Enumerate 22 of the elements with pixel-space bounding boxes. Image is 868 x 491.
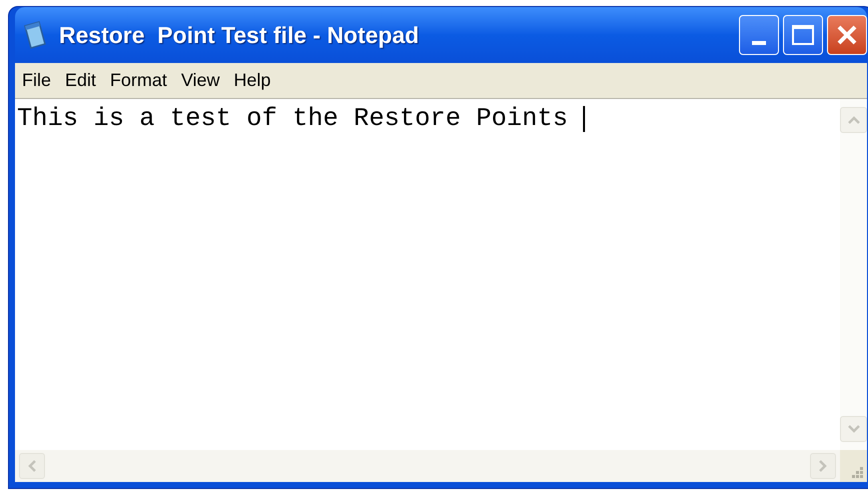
vertical-scrollbar[interactable] <box>840 99 867 450</box>
text-cursor <box>583 106 586 132</box>
menu-item[interactable]: Help <box>228 67 276 94</box>
minimize-icon <box>752 41 766 45</box>
scroll-right-button[interactable] <box>810 453 836 479</box>
scroll-left-button[interactable] <box>19 453 45 479</box>
maximize-button[interactable] <box>783 15 823 55</box>
scroll-down-button[interactable] <box>840 416 867 442</box>
maximize-icon <box>792 25 814 45</box>
resize-grip-icon[interactable] <box>850 465 864 479</box>
menu-item[interactable]: Edit <box>60 67 102 94</box>
close-button[interactable] <box>827 15 867 55</box>
window-title: Restore Point Test file - Notepad <box>59 20 420 50</box>
document-text: This is a test of the Restore Points <box>17 103 569 135</box>
menu-item[interactable]: Format <box>105 67 172 94</box>
notepad-icon <box>21 20 49 50</box>
close-icon <box>836 24 858 46</box>
horizontal-scrollbar[interactable] <box>15 450 840 482</box>
menu-item[interactable]: File <box>17 67 56 94</box>
scroll-up-button[interactable] <box>840 107 867 133</box>
minimize-button[interactable] <box>739 15 779 55</box>
menu-item[interactable]: View <box>176 67 225 94</box>
